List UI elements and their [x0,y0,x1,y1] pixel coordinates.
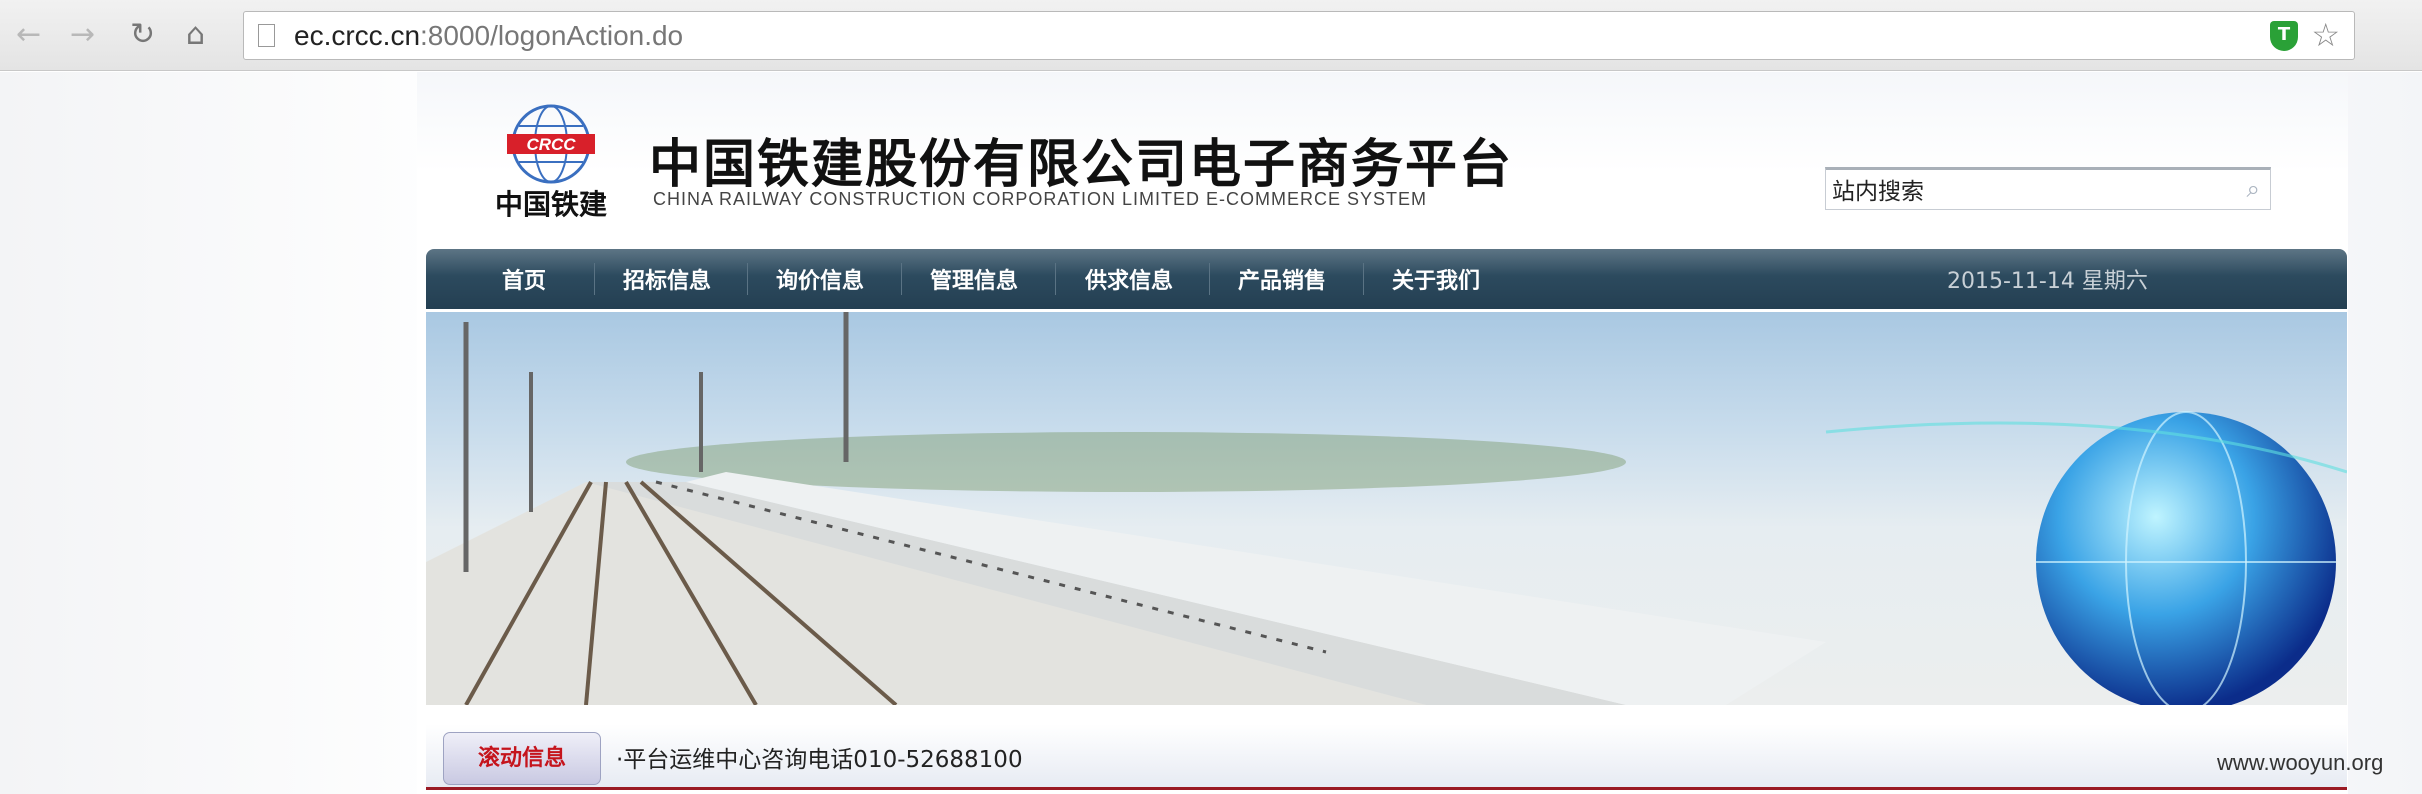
scrolling-info-label: 滚动信息 [443,732,601,785]
scrolling-message[interactable]: ·平台运维中心咨询电话010-52688100 [616,740,1023,774]
content-column: CRCC 中国铁建 中国铁建股份有限公司电子商务平台 CHINA RAILWAY… [417,72,2348,794]
nav-product-sales[interactable]: 产品销售 [1238,263,1326,295]
browser-toolbar: ← → ↻ ⌂ ec.crcc.cn:8000/logonAction.do T… [0,0,2422,71]
search-input[interactable] [1826,170,2206,208]
page-icon [258,24,275,47]
svg-text:中国铁建: 中国铁建 [495,188,607,221]
nav-divider [1363,263,1364,295]
railway-globe-illustration [426,312,2347,705]
nav-tender-info[interactable]: 招标信息 [623,263,711,295]
nav-management-info[interactable]: 管理信息 [930,263,1018,295]
notice-bar: 滚动信息 ·平台运维中心咨询电话010-52688100 [426,724,2347,790]
back-icon[interactable]: ← [16,18,41,52]
search-icon[interactable]: ⌕ [2247,175,2260,203]
current-date: 2015-11-14 星期六 [1947,269,2148,294]
nav-divider [1209,263,1210,295]
banner-image [426,312,2347,705]
nav-about-us[interactable]: 关于我们 [1392,263,1480,295]
url-text[interactable]: ec.crcc.cn:8000/logonAction.do [294,20,683,52]
site-search: ⌕ [1825,167,2271,210]
watermark: www.wooyun.org [2217,750,2384,775]
nav-divider [901,263,902,295]
bookmark-star-icon[interactable]: ☆ [2311,16,2340,54]
extension-shield-icon[interactable]: T [2270,21,2298,51]
svg-text:CRCC: CRCC [526,135,576,154]
nav-divider [747,263,748,295]
forward-icon[interactable]: → [70,18,95,52]
crcc-logo: CRCC 中国铁建 [495,104,607,221]
main-nav: 首页 招标信息 询价信息 管理信息 供求信息 产品销售 关于我们 2015-11… [426,249,2347,309]
nav-divider [1055,263,1056,295]
home-icon[interactable]: ⌂ [186,18,205,52]
reload-icon[interactable]: ↻ [130,18,155,52]
url-host: ec.crcc.cn [294,20,421,51]
site-subtitle: CHINA RAILWAY CONSTRUCTION CORPORATION L… [653,189,1428,209]
address-bar[interactable]: ec.crcc.cn:8000/logonAction.do T ☆ [243,11,2355,60]
site-title: 中国铁建股份有限公司电子商务平台 [649,135,1514,195]
page: CRCC 中国铁建 中国铁建股份有限公司电子商务平台 CHINA RAILWAY… [0,72,2422,794]
nav-home[interactable]: 首页 [502,263,546,295]
nav-divider [594,263,595,295]
url-path: :8000/logonAction.do [420,20,684,51]
nav-inquiry-info[interactable]: 询价信息 [776,263,864,295]
nav-supply-info[interactable]: 供求信息 [1085,263,1173,295]
